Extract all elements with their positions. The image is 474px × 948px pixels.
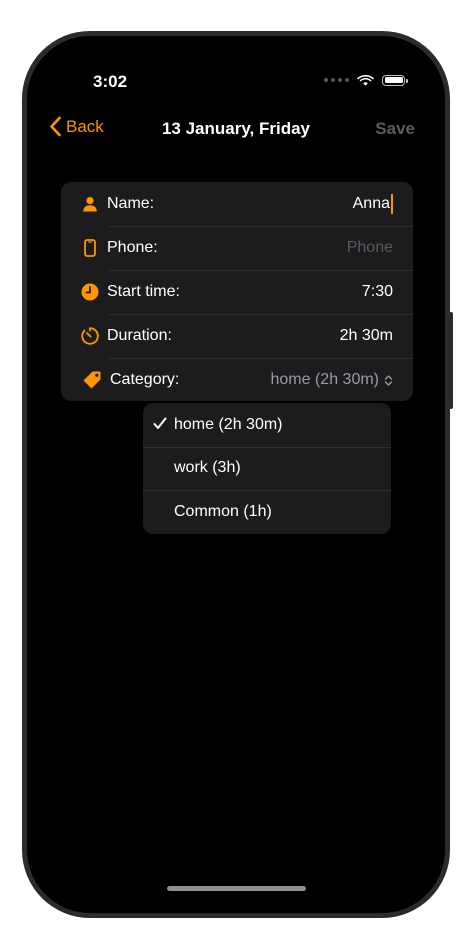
start-time-value[interactable]: 7:30: [362, 283, 393, 301]
timer-icon: [81, 327, 99, 345]
status-time: 3:02: [93, 72, 128, 91]
side-button: [449, 312, 453, 409]
category-label: Category:: [110, 371, 180, 388]
phone-field[interactable]: Phone: [347, 239, 393, 257]
phone-frame: 3:02 Back 13 January, Friday Save Name: …: [22, 31, 450, 918]
duration-value[interactable]: 2h 30m: [340, 327, 393, 345]
dropdown-option-work[interactable]: work (3h): [143, 446, 391, 491]
status-icons: [324, 74, 408, 86]
phone-row[interactable]: Phone: Phone: [61, 226, 413, 270]
category-picker[interactable]: home (2h 30m): [271, 371, 394, 389]
phone-label: Phone:: [107, 239, 158, 256]
tag-icon: [81, 371, 102, 389]
save-button[interactable]: Save: [375, 119, 415, 139]
chevron-up-down-icon: [384, 374, 393, 387]
person-icon: [81, 195, 99, 213]
cellular-signal-icon: [324, 78, 349, 82]
category-row[interactable]: Category: home (2h 30m): [61, 358, 413, 402]
dropdown-option-label: Common (1h): [174, 502, 272, 520]
home-indicator[interactable]: [167, 886, 306, 891]
clock-icon: [81, 283, 99, 301]
category-value: home (2h 30m): [270, 371, 380, 388]
category-dropdown-menu: home (2h 30m) work (3h) Common (1h): [143, 403, 391, 534]
screen: 3:02 Back 13 January, Friday Save Name: …: [27, 36, 445, 913]
phone-icon: [81, 239, 99, 257]
dropdown-option-label: work (3h): [174, 459, 241, 477]
dropdown-option-common[interactable]: Common (1h): [143, 490, 391, 534]
dropdown-option-label: home (2h 30m): [174, 415, 283, 433]
event-form: Name: Anna Phone: Phone Start time: 7:30…: [61, 182, 413, 401]
checkmark-icon: [153, 417, 167, 435]
wifi-icon: [357, 75, 374, 86]
start-time-label: Start time:: [107, 283, 180, 300]
name-label: Name:: [107, 195, 155, 212]
start-time-row[interactable]: Start time: 7:30: [61, 270, 413, 314]
dropdown-option-home[interactable]: home (2h 30m): [143, 403, 391, 447]
name-row[interactable]: Name: Anna: [61, 182, 413, 226]
name-value: Anna: [352, 195, 390, 212]
text-cursor: [391, 194, 393, 214]
name-field[interactable]: Anna: [353, 194, 393, 214]
duration-label: Duration:: [107, 327, 172, 344]
duration-row[interactable]: Duration: 2h 30m: [61, 314, 413, 358]
battery-icon: [382, 74, 408, 86]
